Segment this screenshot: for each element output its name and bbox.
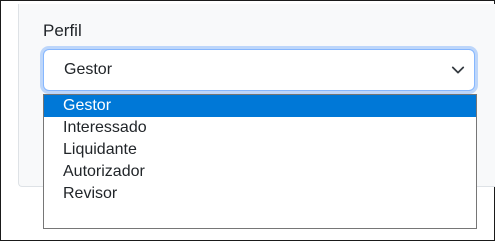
perfil-option-autorizador[interactable]: Autorizador <box>44 161 476 183</box>
perfil-option-interessado[interactable]: Interessado <box>44 117 476 139</box>
chevron-down-icon[interactable] <box>451 63 465 77</box>
perfil-label: Perfil <box>43 21 82 40</box>
perfil-option-revisor[interactable]: Revisor <box>44 183 476 205</box>
perfil-dropdown-list: Gestor Interessado Liquidante Autorizado… <box>43 94 477 229</box>
perfil-option-liquidante[interactable]: Liquidante <box>44 139 476 161</box>
perfil-select[interactable]: Gestor <box>43 49 475 91</box>
perfil-option-gestor[interactable]: Gestor <box>44 95 476 117</box>
perfil-select-value: Gestor <box>64 61 113 78</box>
